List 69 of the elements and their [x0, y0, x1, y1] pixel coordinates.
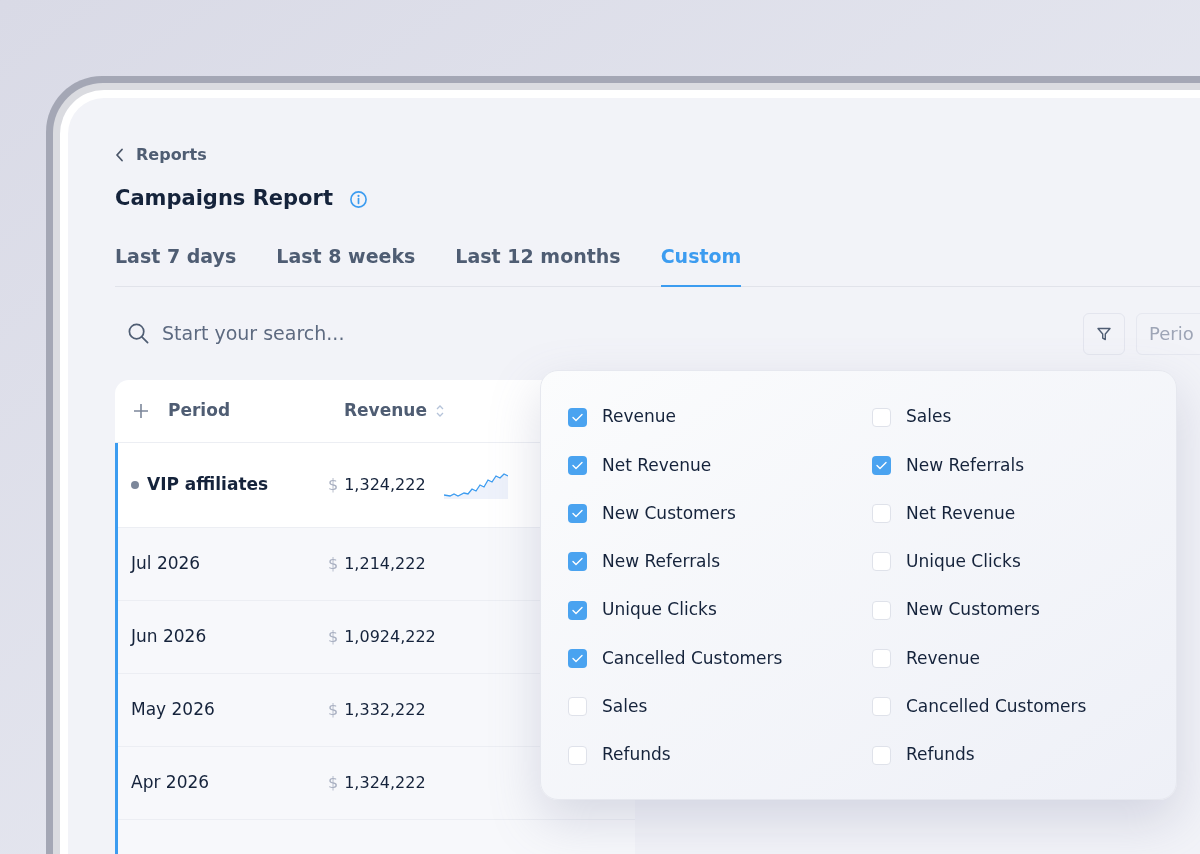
revenue-cell-text: 1,332,222	[344, 698, 427, 721]
currency-symbol: $	[328, 625, 339, 648]
checkbox[interactable]	[568, 600, 587, 620]
search-icon	[127, 322, 150, 345]
check-icon	[572, 412, 583, 422]
period-cell-text: Apr 2026	[131, 770, 210, 794]
check-icon	[572, 460, 583, 470]
checkbox[interactable]	[872, 455, 891, 475]
revenue-cell-text: 1,0924,222	[344, 625, 437, 648]
filter-icon	[1096, 325, 1112, 342]
period-tab[interactable]: Last 8 weeks	[276, 242, 416, 287]
column-option[interactable]: Refunds	[906, 742, 975, 768]
checkbox[interactable]	[872, 697, 891, 717]
period-cell-text: Jun 2026	[131, 624, 207, 648]
column-option[interactable]: Cancelled Customers	[602, 645, 783, 672]
column-option[interactable]: Sales	[906, 404, 952, 430]
period-cell-text: May 2026	[131, 697, 215, 721]
revenue-cell-text: 1,324,222	[344, 771, 427, 794]
column-option[interactable]: Revenue	[602, 404, 677, 430]
sort-icon[interactable]	[435, 403, 444, 418]
checkbox[interactable]	[872, 600, 891, 620]
page-title: Campaigns Report	[115, 185, 333, 213]
column-option[interactable]: New Referrals	[906, 452, 1025, 479]
period-tab[interactable]: Last 12 months	[455, 242, 621, 287]
checkbox[interactable]	[872, 504, 891, 524]
column-option[interactable]: Refunds	[602, 742, 671, 768]
column-option[interactable]: Cancelled Customers	[906, 694, 1087, 720]
column-option[interactable]: Sales	[602, 694, 648, 720]
column-header[interactable]: Revenue	[344, 397, 427, 424]
period-cell-text: VIP affiliates	[147, 472, 269, 496]
checkbox[interactable]	[568, 504, 587, 524]
currency-symbol: $	[328, 771, 339, 794]
check-icon	[572, 605, 583, 615]
info-icon[interactable]	[348, 189, 368, 209]
currency-symbol: $	[328, 698, 339, 721]
checkbox[interactable]	[568, 649, 587, 668]
checkbox[interactable]	[872, 649, 891, 668]
column-option[interactable]: Unique Clicks	[602, 597, 717, 623]
checkbox[interactable]	[568, 745, 587, 765]
period-cell-text: Jul 2026	[131, 551, 201, 575]
currency-symbol: $	[328, 473, 339, 496]
currency-symbol: $	[328, 552, 339, 575]
check-icon	[876, 460, 887, 470]
revenue-cell-text: 1,214,222	[344, 552, 427, 575]
column-option[interactable]: Revenue	[906, 645, 981, 672]
add-icon[interactable]	[133, 402, 149, 419]
column-option[interactable]: Net Revenue	[906, 500, 1016, 527]
check-icon	[572, 509, 583, 519]
filter-button[interactable]	[1083, 312, 1125, 355]
breadcrumb-link[interactable]: Reports	[136, 143, 207, 167]
revenue-cell-text: 1,324,222	[344, 473, 427, 496]
checkbox[interactable]	[872, 407, 891, 427]
column-option[interactable]: Net Revenue	[602, 452, 712, 479]
check-icon	[572, 654, 583, 663]
column-option[interactable]: New Customers	[602, 500, 736, 527]
check-icon	[572, 557, 583, 567]
column-header[interactable]: Period	[168, 397, 344, 424]
checkbox[interactable]	[568, 407, 587, 427]
column-option[interactable]: New Customers	[906, 597, 1040, 623]
checkbox[interactable]	[568, 552, 587, 572]
search-field[interactable]: Start your search...	[162, 319, 482, 348]
checkbox[interactable]	[568, 455, 587, 475]
checkbox[interactable]	[872, 745, 891, 765]
period-tab[interactable]: Last 7 days	[115, 242, 237, 287]
checkbox[interactable]	[872, 552, 891, 572]
column-option[interactable]: New Referrals	[602, 549, 721, 575]
column-option[interactable]: Unique Clicks	[906, 549, 1021, 575]
checkbox[interactable]	[568, 697, 587, 717]
back-chevron-icon[interactable]	[115, 148, 124, 162]
